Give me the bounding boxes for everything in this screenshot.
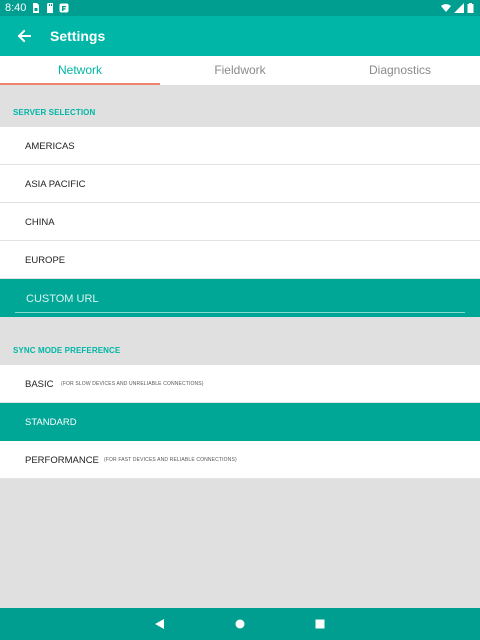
app-bar: Settings — [0, 16, 480, 56]
sync-option-standard[interactable]: STANDARD — [0, 403, 480, 441]
server-option-china[interactable]: CHINA — [0, 203, 480, 241]
page-title: Settings — [50, 28, 106, 44]
status-time: 8:40 — [5, 2, 27, 14]
custom-url-input[interactable] — [15, 285, 465, 313]
sync-option-label: PERFORMANCE — [25, 455, 99, 466]
sync-option-label: BASIC — [25, 379, 54, 390]
status-system-icons — [441, 3, 474, 13]
server-list: AMERICAS ASIA PACIFIC CHINA EUROPE — [0, 127, 480, 317]
app-notification-icon — [59, 3, 69, 13]
server-option-label: EUROPE — [25, 255, 66, 266]
tab-diagnostics[interactable]: Diagnostics — [320, 56, 480, 85]
sync-option-basic[interactable]: BASIC (FOR SLOW DEVICES AND UNRELIABLE C… — [0, 365, 480, 403]
cell-signal-icon — [454, 3, 464, 13]
server-selection-title: SERVER SELECTION — [13, 108, 96, 117]
tab-fieldwork[interactable]: Fieldwork — [160, 56, 320, 85]
status-bar: 8:40 — [0, 0, 480, 16]
battery-icon — [467, 3, 474, 13]
server-option-label: AMERICAS — [25, 141, 75, 152]
sync-mode-title: SYNC MODE PREFERENCE — [13, 346, 121, 355]
server-option-label: CHINA — [25, 217, 55, 228]
system-nav-bar — [0, 608, 480, 640]
back-button[interactable] — [12, 24, 36, 48]
back-triangle-icon[interactable] — [152, 616, 168, 632]
tab-bar: Network Fieldwork Diagnostics — [0, 56, 480, 85]
sync-option-note: (FOR SLOW DEVICES AND UNRELIABLE CONNECT… — [61, 381, 204, 387]
sd-card-icon — [47, 3, 53, 13]
custom-url-row — [0, 279, 480, 317]
tab-network[interactable]: Network — [0, 56, 160, 85]
status-notification-icons — [31, 3, 69, 13]
recents-square-icon[interactable] — [312, 616, 328, 632]
sync-option-label: STANDARD — [25, 417, 77, 428]
sim-card-icon — [33, 3, 39, 13]
server-option-americas[interactable]: AMERICAS — [0, 127, 480, 165]
server-option-europe[interactable]: EUROPE — [0, 241, 480, 279]
server-selection-header: SERVER SELECTION — [0, 85, 480, 127]
sync-option-note: (FOR FAST DEVICES AND RELIABLE CONNECTIO… — [104, 457, 237, 463]
wifi-icon — [441, 4, 451, 12]
sync-mode-header: SYNC MODE PREFERENCE — [0, 323, 480, 365]
home-circle-icon[interactable] — [232, 616, 248, 632]
arrow-left-icon — [17, 29, 31, 43]
sync-mode-list: BASIC (FOR SLOW DEVICES AND UNRELIABLE C… — [0, 365, 480, 479]
sync-option-performance[interactable]: PERFORMANCE (FOR FAST DEVICES AND RELIAB… — [0, 441, 480, 479]
server-option-label: ASIA PACIFIC — [25, 179, 86, 190]
server-option-asia-pacific[interactable]: ASIA PACIFIC — [0, 165, 480, 203]
